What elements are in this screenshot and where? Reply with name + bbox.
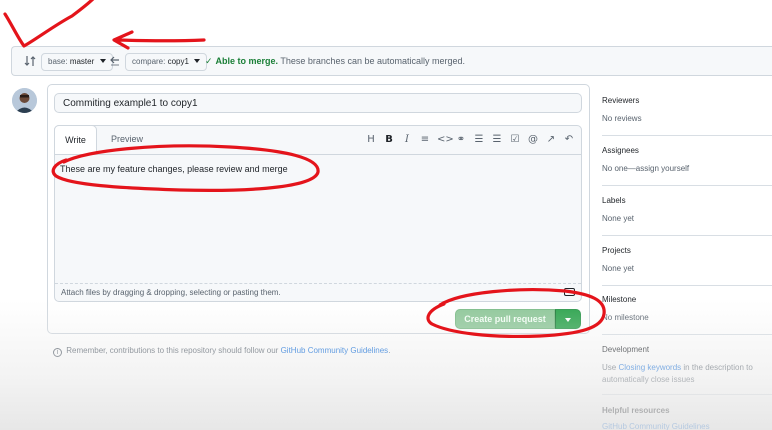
projects-value: None yet <box>602 264 635 273</box>
notice-text: Remember, contributions to this reposito… <box>66 346 279 355</box>
base-branch-label: base: <box>48 57 68 66</box>
body-editor[interactable]: These are my feature changes, please rev… <box>54 154 582 302</box>
helpful-value: GitHub Community Guidelines <box>602 421 772 430</box>
tab-write[interactable]: Write <box>54 125 97 155</box>
title-input[interactable] <box>54 93 582 113</box>
helpful-guidelines-link[interactable]: GitHub Community Guidelines <box>602 422 710 430</box>
compare-bar: base: master compare: copy1 ✓ Able to mer… <box>11 46 772 76</box>
milestone-heading: Milestone <box>602 295 637 304</box>
chevron-down-icon <box>565 318 571 322</box>
create-options-dropdown[interactable] <box>555 309 581 329</box>
unordered-list-icon[interactable]: ☰ <box>473 133 485 147</box>
sidebar-helpful: Helpful resources GitHub Community Guide… <box>602 406 772 430</box>
info-icon: i <box>53 348 62 357</box>
sidebar-reviewers[interactable]: Reviewers No reviews <box>602 96 772 136</box>
attach-files-text: Attach files by dragging & dropping, sel… <box>61 288 281 297</box>
ordered-list-icon[interactable]: ☰ <box>491 133 503 147</box>
compare-swap-icon[interactable] <box>24 55 36 67</box>
editor-tabs: Write Preview H B I ≡ <> ⚭ ☰ ☰ ☑ @ ↗ ↶ <box>54 125 582 155</box>
reviewers-heading: Reviewers <box>602 96 640 105</box>
markdown-icon <box>564 288 575 296</box>
helpful-heading: Helpful resources <box>602 406 670 415</box>
notice-period: . <box>388 346 391 355</box>
user-avatar-icon <box>12 88 37 113</box>
development-heading: Development <box>602 345 650 354</box>
reference-icon[interactable]: ↗ <box>545 133 557 147</box>
milestone-value: No milestone <box>602 313 649 322</box>
merge-status: ✓ Able to merge. These branches can be au… <box>205 56 465 67</box>
development-value: Use Closing keywords in the description … <box>602 362 772 386</box>
community-guidelines-link[interactable]: GitHub Community Guidelines <box>281 346 389 355</box>
assignees-value: No one—assign yourself <box>602 164 690 173</box>
create-pull-request-button[interactable]: Create pull request <box>455 309 555 329</box>
pull-request-form: Write Preview H B I ≡ <> ⚭ ☰ ☰ ☑ @ ↗ ↶ T… <box>47 84 590 334</box>
attach-files-bar[interactable]: Attach files by dragging & dropping, sel… <box>55 283 581 301</box>
merge-status-text: These branches can be automatically merg… <box>280 56 466 66</box>
labels-heading: Labels <box>602 196 626 205</box>
compare-branch-button[interactable]: compare: copy1 <box>125 53 208 71</box>
compare-branch-label: compare: <box>132 57 166 66</box>
chevron-down-icon <box>99 59 106 63</box>
chevron-down-icon <box>194 59 201 63</box>
community-guidelines-notice: i Remember, contributions to this reposi… <box>53 346 390 357</box>
base-branch-button[interactable]: base: master <box>41 53 113 71</box>
sidebar-milestone[interactable]: Milestone No milestone <box>602 295 772 335</box>
arrow-left-icon <box>110 56 119 66</box>
base-branch-value: master <box>69 57 95 66</box>
labels-value: None yet <box>602 214 635 223</box>
compare-branch-value: copy1 <box>167 57 189 66</box>
sidebar-development: Development Use Closing keywords in the … <box>602 345 772 395</box>
markdown-toolbar: H B I ≡ <> ⚭ ☰ ☰ ☑ @ ↗ ↶ <box>365 133 575 147</box>
development-pre: Use <box>602 363 617 372</box>
assignees-heading: Assignees <box>602 146 639 155</box>
projects-heading: Projects <box>602 246 631 255</box>
code-icon[interactable]: <> <box>437 133 454 147</box>
sidebar-assignees[interactable]: Assignees No one—assign yourself <box>602 146 772 186</box>
closing-keywords-link[interactable]: Closing keywords <box>618 363 681 372</box>
link-icon[interactable]: ⚭ <box>455 133 467 147</box>
sidebar-labels[interactable]: Labels None yet <box>602 196 772 236</box>
able-to-merge-text: Able to merge. <box>215 56 279 66</box>
check-icon: ✓ <box>205 56 213 66</box>
checkmark-annotation <box>3 0 95 48</box>
bold-icon[interactable]: B <box>383 133 395 147</box>
tab-preview[interactable]: Preview <box>107 125 147 155</box>
reviewers-value: No reviews <box>602 114 642 123</box>
heading-icon[interactable]: H <box>365 133 377 147</box>
avatar[interactable] <box>12 88 37 113</box>
quote-icon[interactable]: ≡ <box>419 133 431 147</box>
body-textarea[interactable]: These are my feature changes, please rev… <box>60 163 575 278</box>
mention-icon[interactable]: @ <box>527 133 539 147</box>
task-list-icon[interactable]: ☑ <box>509 133 521 147</box>
sidebar-projects[interactable]: Projects None yet <box>602 246 772 286</box>
italic-icon[interactable]: I <box>401 133 413 147</box>
undo-icon[interactable]: ↶ <box>563 133 575 147</box>
